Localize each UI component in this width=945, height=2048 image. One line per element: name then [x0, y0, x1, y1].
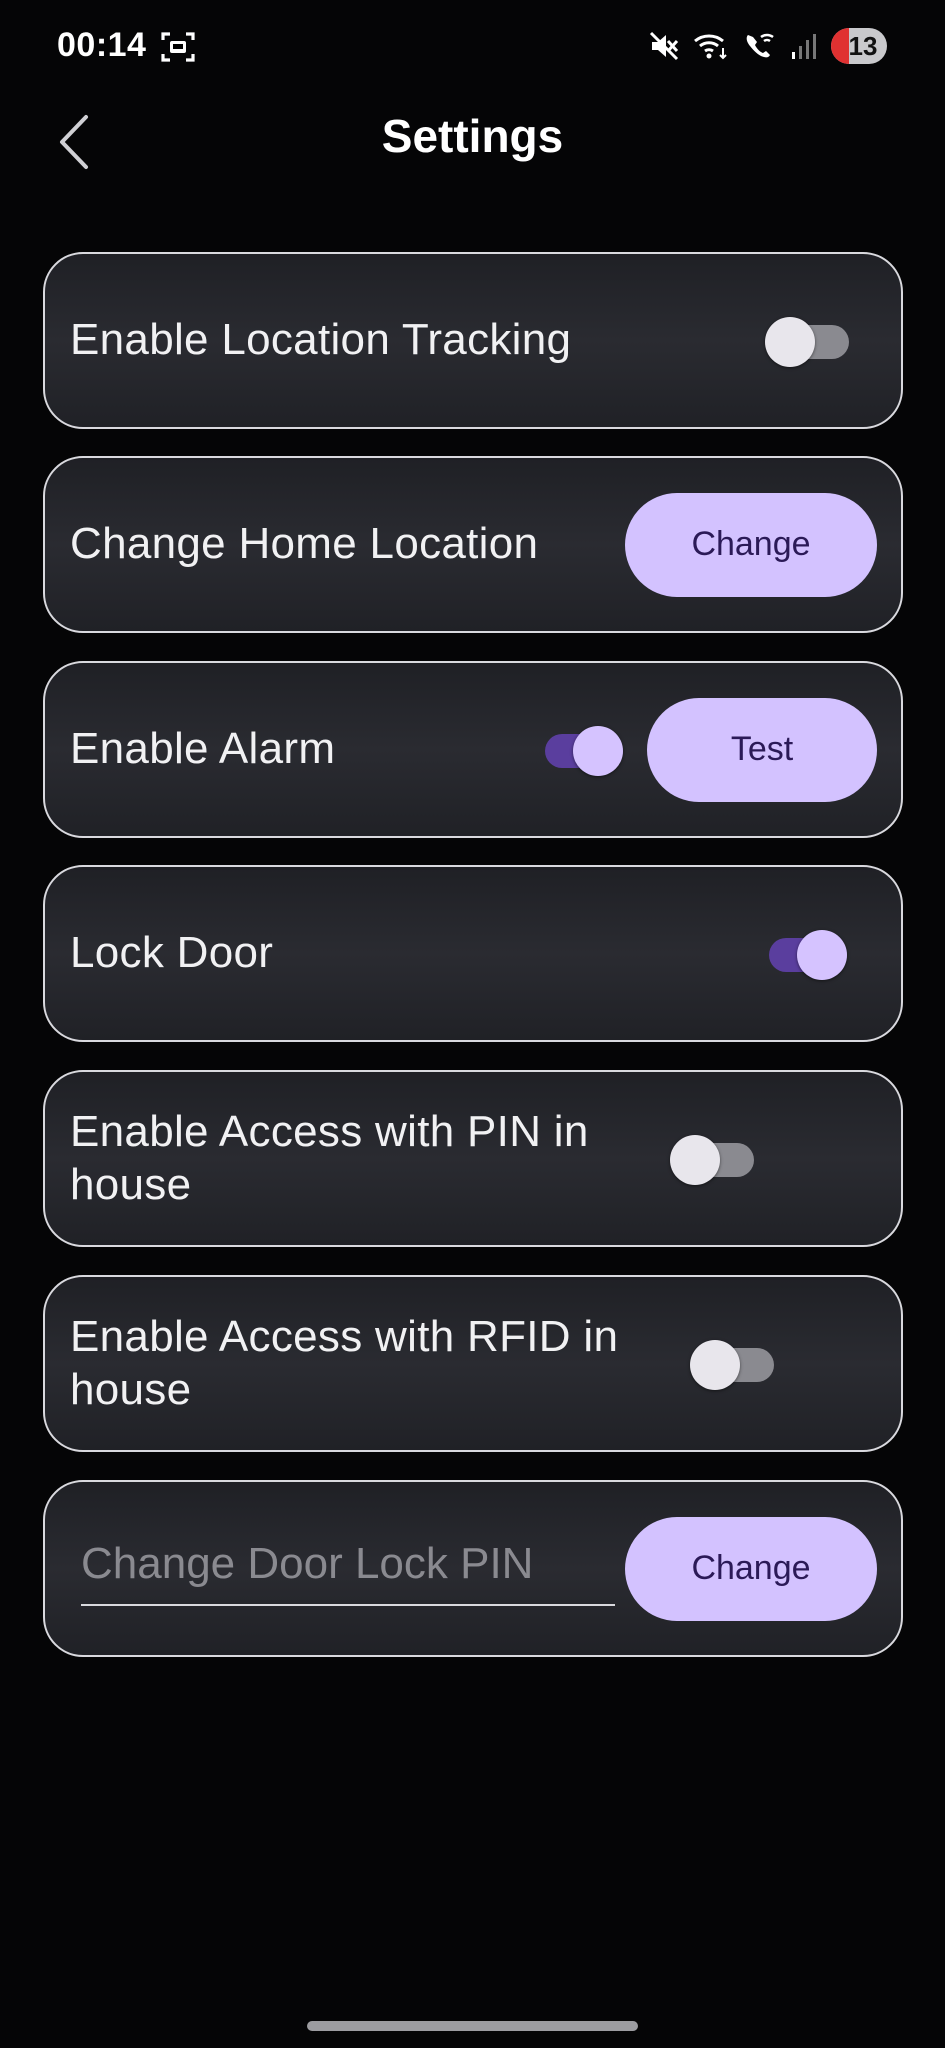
pin-access-card: Enable Access with PIN in house	[43, 1070, 903, 1247]
toggle-knob	[670, 1134, 720, 1185]
rfid-access-label: Enable Access with RFID in house	[70, 1311, 619, 1414]
toggle-knob	[765, 316, 815, 367]
wifi-call-icon	[746, 33, 774, 58]
page-title: Settings	[381, 110, 564, 162]
alarm-card: Enable Alarm Test	[43, 661, 903, 838]
status-time: 00:14	[57, 26, 147, 64]
test-alarm-button[interactable]: Test	[647, 697, 877, 802]
toggle-knob	[690, 1339, 740, 1390]
door-pin-input[interactable]	[81, 1531, 615, 1606]
toggle-knob	[573, 725, 623, 776]
pin-access-toggle[interactable]	[670, 1134, 754, 1185]
home-indicator[interactable]	[307, 2021, 638, 2031]
pin-access-label: Enable Access with PIN in house	[70, 1106, 589, 1209]
app-header: Settings	[0, 95, 945, 225]
home-location-label: Change Home Location	[70, 519, 539, 569]
location-tracking-label: Enable Location Tracking	[70, 315, 572, 365]
signal-icon	[792, 34, 816, 59]
settings-screen: 00:14 13 Settings Enable Location Tracki…	[0, 0, 945, 2048]
status-bar: 00:14 13	[0, 0, 945, 95]
change-home-location-button[interactable]: Change	[625, 492, 877, 597]
home-location-card: Change Home Location Change	[43, 456, 903, 633]
mute-icon	[649, 31, 679, 61]
location-tracking-card: Enable Location Tracking	[43, 252, 903, 429]
door-pin-card: Change	[43, 1480, 903, 1657]
toggle-knob	[797, 929, 847, 980]
change-door-pin-button[interactable]: Change	[625, 1516, 877, 1621]
rfid-access-card: Enable Access with RFID in house	[43, 1275, 903, 1452]
location-tracking-toggle[interactable]	[765, 316, 849, 367]
rfid-access-toggle[interactable]	[690, 1339, 774, 1390]
screenshot-icon	[161, 32, 195, 62]
notification-count: 13	[848, 30, 878, 61]
alarm-toggle[interactable]	[539, 725, 623, 776]
alarm-label: Enable Alarm	[70, 724, 336, 774]
lock-door-label: Lock Door	[70, 928, 274, 978]
wifi-icon	[694, 34, 727, 60]
notification-badge: 13	[831, 28, 887, 64]
status-icons: 13	[649, 28, 887, 64]
lock-door-toggle[interactable]	[763, 929, 847, 980]
lock-door-card: Lock Door	[43, 865, 903, 1042]
